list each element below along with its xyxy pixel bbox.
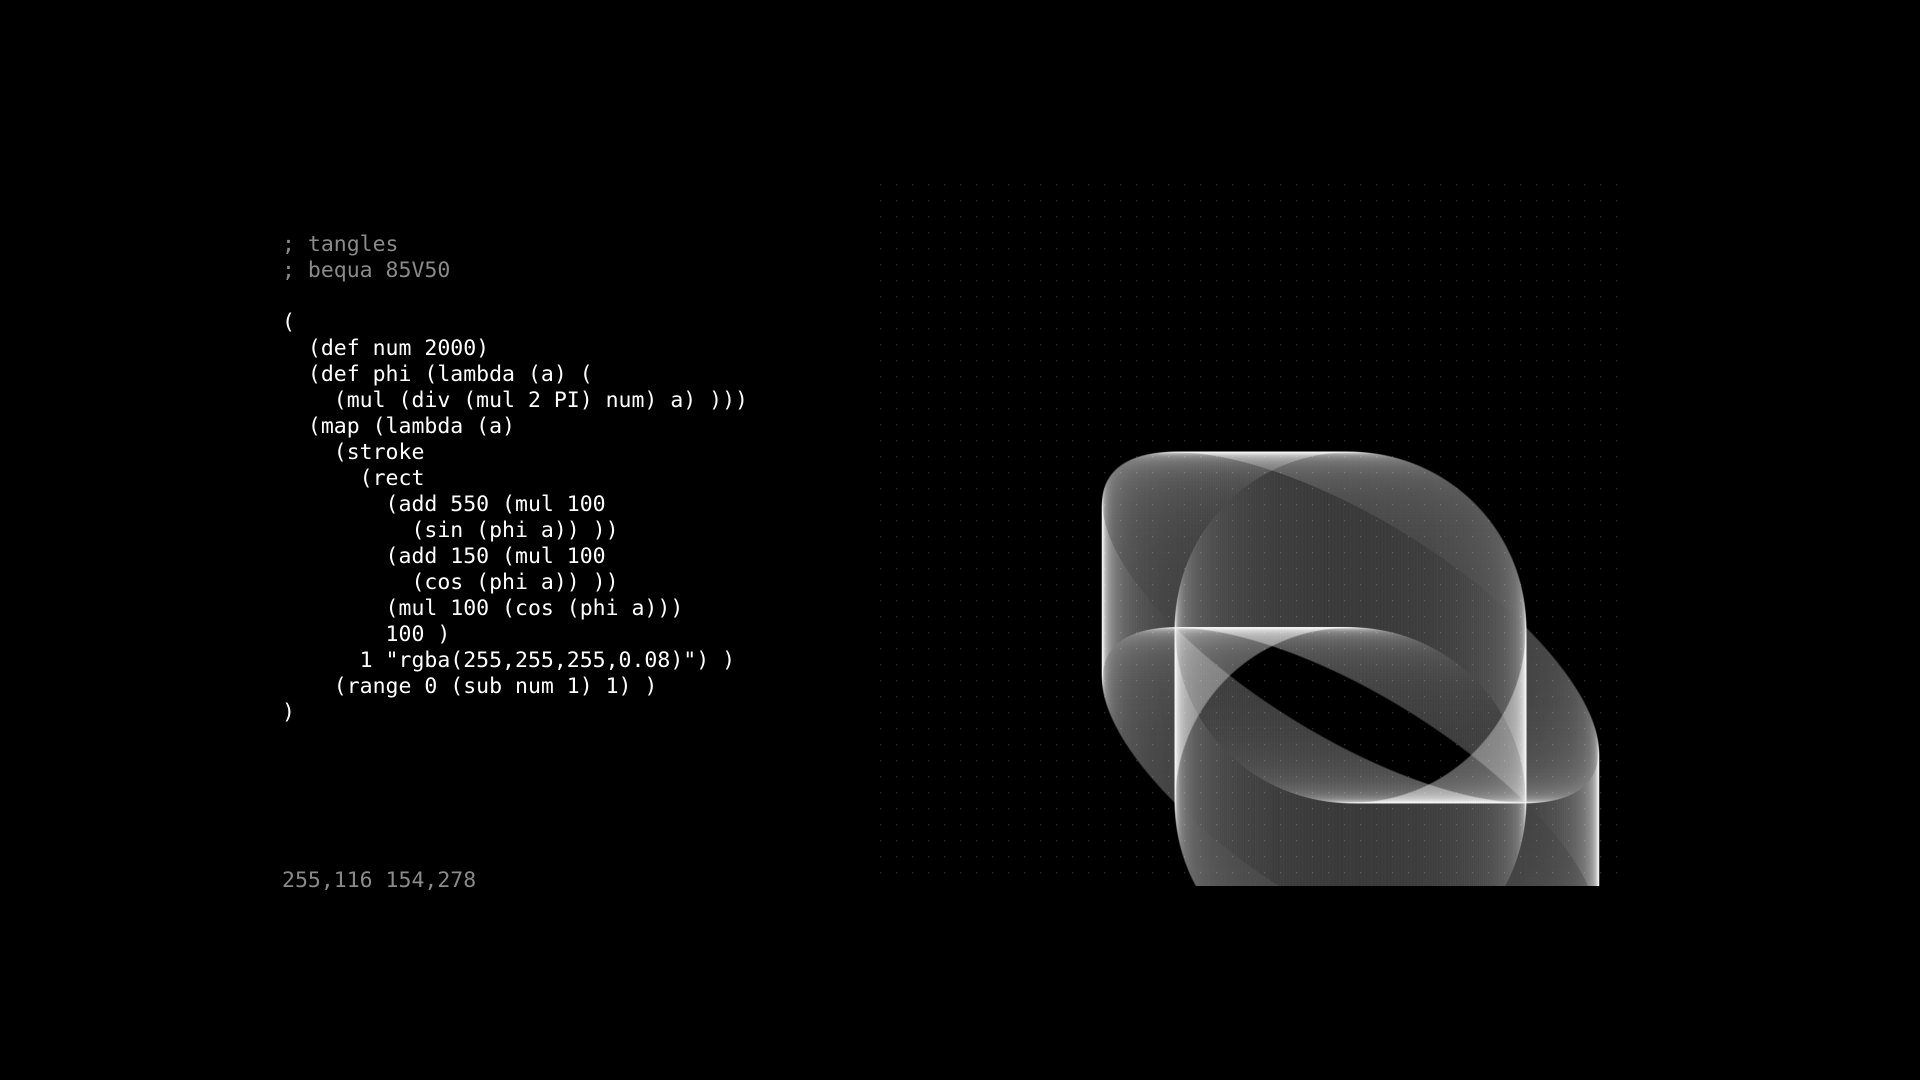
code-line: (add 150 (mul 100 — [282, 544, 606, 569]
code-line: (stroke — [282, 440, 425, 465]
code-line: (def num 2000) — [282, 336, 490, 361]
code-line: ) — [282, 700, 295, 725]
code-line: 100 ) — [282, 622, 451, 647]
code-comment-line: ; tangles — [282, 232, 399, 257]
code-line: (add 550 (mul 100 — [282, 492, 606, 517]
code-line: (def phi (lambda (a) ( — [282, 362, 593, 387]
code-line: (range 0 (sub num 1) 1) ) — [282, 674, 658, 699]
code-line: (mul 100 (cos (phi a))) — [282, 596, 684, 621]
code-line: 1 "rgba(255,255,255,0.08)") ) — [282, 648, 736, 673]
cursor-coordinates: 255,116 154,278 — [282, 868, 477, 893]
code-line: ( — [282, 310, 295, 335]
code-line: (mul (div (mul 2 PI) num) a) ))) — [282, 388, 748, 413]
code-line: (rect — [282, 466, 425, 491]
render-canvas[interactable] — [878, 182, 1630, 886]
code-line: (cos (phi a)) )) — [282, 570, 619, 595]
render-output — [880, 184, 1618, 886]
tangle-rectangles — [1101, 451, 1600, 886]
code-editor[interactable]: ; tangles; bequa 85V50 ( (def num 2000) (… — [282, 232, 842, 932]
code-comment-line: ; bequa 85V50 — [282, 258, 451, 283]
code-line: (sin (phi a)) )) — [282, 518, 619, 543]
code-line: (map (lambda (a) — [282, 414, 515, 439]
